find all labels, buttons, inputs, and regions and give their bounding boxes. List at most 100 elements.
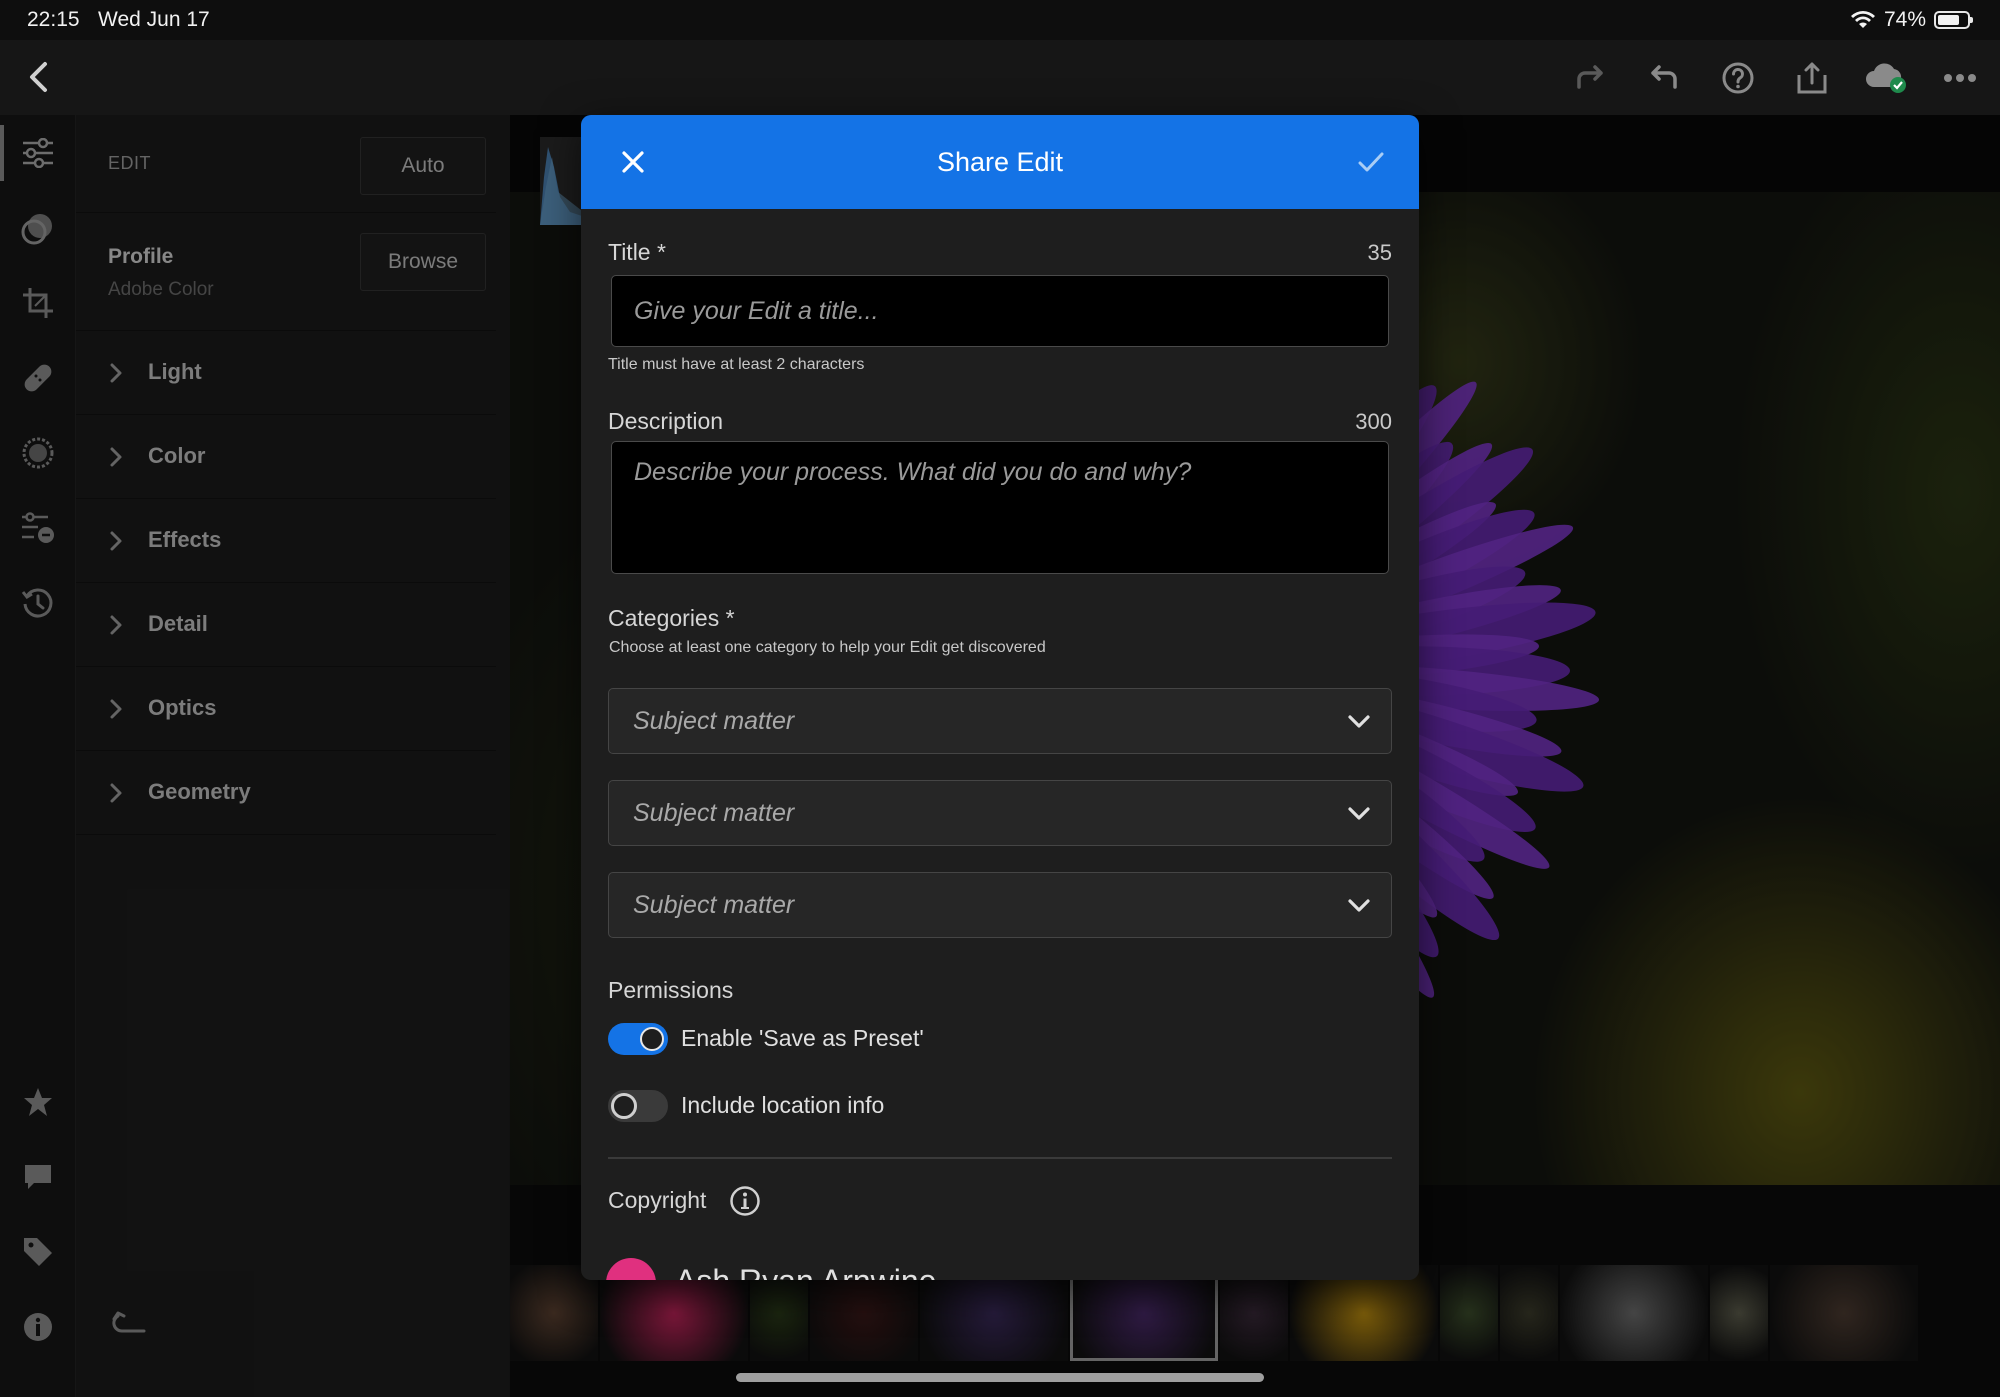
redo-button[interactable] xyxy=(1566,54,1614,102)
chevron-right-icon xyxy=(110,615,122,635)
filmstrip-thumbnail[interactable] xyxy=(510,1265,598,1361)
battery-icon xyxy=(1934,11,1973,29)
section-detail[interactable]: Detail xyxy=(76,583,496,667)
categories-label: Categories * xyxy=(608,605,735,631)
toggle-knob xyxy=(611,1093,637,1119)
chevron-right-icon xyxy=(110,447,122,467)
category-select-2[interactable]: Subject matter xyxy=(608,780,1392,846)
selective-tool-button[interactable] xyxy=(18,433,58,473)
profile-row: Profile Adobe Color Browse xyxy=(76,213,496,331)
chevron-right-icon xyxy=(110,363,122,383)
title-input[interactable] xyxy=(611,275,1389,347)
section-optics[interactable]: Optics xyxy=(76,667,496,751)
history-tool-button[interactable] xyxy=(18,583,58,623)
presets-tool-button[interactable] xyxy=(18,208,58,248)
dialog-header: Share Edit xyxy=(581,115,1419,209)
share-edit-dialog: Share Edit Title * 35 Title must have at… xyxy=(581,115,1419,1280)
section-label: Detail xyxy=(148,611,208,636)
section-effects[interactable]: Effects xyxy=(76,499,496,583)
profile-value: Adobe Color xyxy=(108,279,214,300)
reset-button[interactable] xyxy=(112,1307,152,1347)
chevron-down-icon xyxy=(1348,899,1370,912)
versions-tool-button[interactable] xyxy=(18,508,58,548)
crop-tool-button[interactable] xyxy=(18,283,58,323)
toggle-knob xyxy=(640,1027,664,1051)
permissions-label: Permissions xyxy=(608,977,734,1003)
cloud-sync-button[interactable] xyxy=(1862,54,1910,102)
location-info-label: Include location info xyxy=(681,1092,885,1118)
keywords-button[interactable] xyxy=(18,1232,58,1272)
browse-button[interactable]: Browse xyxy=(360,233,486,291)
undo-button[interactable] xyxy=(1640,54,1688,102)
healing-icon xyxy=(24,364,52,392)
chevron-down-icon xyxy=(1348,807,1370,820)
category-select-value: Subject matter xyxy=(633,891,795,919)
copyright-info-button[interactable] xyxy=(729,1185,761,1217)
battery-percent: 74% xyxy=(1883,8,1926,31)
filmstrip-thumbnail[interactable] xyxy=(1710,1265,1768,1361)
section-label: Color xyxy=(148,443,206,468)
section-color[interactable]: Color xyxy=(76,415,496,499)
star-icon xyxy=(24,1088,52,1116)
edit-sliders-icon xyxy=(23,138,53,168)
close-button[interactable] xyxy=(611,140,655,184)
back-button[interactable] xyxy=(22,56,54,98)
description-char-count: 300 xyxy=(1355,409,1392,434)
comment-icon xyxy=(25,1165,51,1189)
section-divider xyxy=(608,1157,1392,1159)
auto-button[interactable]: Auto xyxy=(360,137,486,195)
location-info-toggle[interactable] xyxy=(608,1090,668,1122)
versions-icon xyxy=(22,512,54,543)
toolbar-actions xyxy=(1566,54,1984,102)
share-button[interactable] xyxy=(1788,54,1836,102)
healing-tool-button[interactable] xyxy=(18,358,58,398)
filmstrip-thumbnail[interactable] xyxy=(1560,1265,1708,1361)
copyright-label: Copyright xyxy=(608,1187,707,1213)
section-label: Light xyxy=(148,359,202,384)
chevron-right-icon xyxy=(110,783,122,803)
confirm-button[interactable] xyxy=(1349,140,1393,184)
title-label: Title * xyxy=(608,239,666,265)
category-select-1[interactable]: Subject matter xyxy=(608,688,1392,754)
tool-rail xyxy=(0,115,76,1397)
undo-icon xyxy=(1651,65,1677,89)
chevron-right-icon xyxy=(110,531,122,551)
category-select-3[interactable]: Subject matter xyxy=(608,872,1392,938)
description-label: Description xyxy=(608,408,724,434)
info-icon xyxy=(24,1313,52,1341)
checkmark-icon xyxy=(1358,152,1384,172)
reset-icon xyxy=(112,1311,146,1333)
status-time: 22:15 xyxy=(27,8,80,31)
section-label: Effects xyxy=(148,527,222,552)
filmstrip-thumbnail[interactable] xyxy=(1770,1265,1918,1361)
comments-button[interactable] xyxy=(18,1157,58,1197)
status-right: 74% xyxy=(1850,8,1973,32)
section-light[interactable]: Light xyxy=(76,331,496,415)
info-button[interactable] xyxy=(18,1307,58,1347)
author-name: Ash Ryan Arnwine xyxy=(675,1263,936,1280)
categories-hint: Choose at least one category to help you… xyxy=(609,639,1046,656)
help-button[interactable] xyxy=(1714,54,1762,102)
battery-fill xyxy=(1938,15,1959,25)
status-bar: 22:15 Wed Jun 17 74% xyxy=(0,0,2000,40)
description-input[interactable] xyxy=(611,441,1389,574)
section-geometry[interactable]: Geometry xyxy=(76,751,496,835)
save-as-preset-toggle[interactable] xyxy=(608,1023,668,1055)
edit-header-row: EDIT Auto xyxy=(76,115,496,213)
close-icon xyxy=(622,151,644,173)
history-icon xyxy=(21,588,53,618)
edit-tool-button[interactable] xyxy=(18,133,58,173)
filmstrip-thumbnail[interactable] xyxy=(1500,1265,1558,1361)
more-button[interactable] xyxy=(1936,54,1984,102)
share-icon xyxy=(1797,62,1827,94)
chevron-right-icon xyxy=(110,699,122,719)
profile-label: Profile xyxy=(108,245,174,268)
filmstrip-thumbnail[interactable] xyxy=(1440,1265,1498,1361)
edit-label: EDIT xyxy=(108,153,152,173)
cloud-synced-icon xyxy=(1866,63,1906,93)
presets-icon xyxy=(21,214,52,245)
section-label: Optics xyxy=(148,695,217,720)
rating-button[interactable] xyxy=(18,1082,58,1122)
home-indicator[interactable] xyxy=(736,1373,1264,1382)
title-char-count: 35 xyxy=(1367,240,1392,265)
